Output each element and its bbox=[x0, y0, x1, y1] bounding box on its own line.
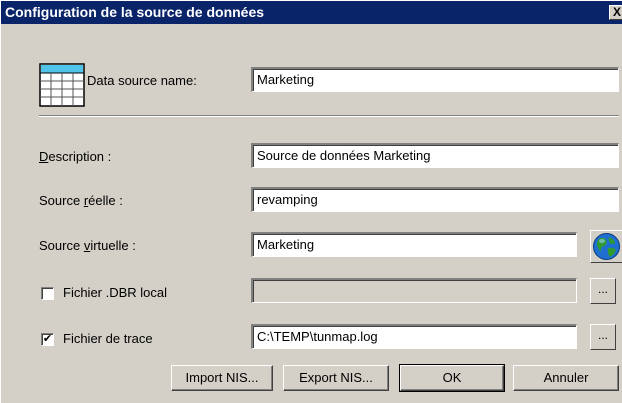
source-virtuelle-label: Source virtuelle : bbox=[39, 238, 136, 253]
import-nis-button[interactable]: Import NIS... bbox=[171, 365, 273, 391]
globe-icon bbox=[593, 233, 620, 260]
separator bbox=[39, 115, 619, 117]
data-source-dialog: Configuration de la source de données X … bbox=[0, 0, 622, 403]
globe-button[interactable] bbox=[590, 230, 622, 263]
trace-file-checkbox[interactable]: ✔ bbox=[41, 333, 54, 346]
export-nis-button[interactable]: Export NIS... bbox=[283, 365, 389, 391]
dbr-local-checkbox[interactable] bbox=[41, 287, 54, 300]
source-reelle-field[interactable]: revamping bbox=[251, 187, 619, 212]
trace-file-label: Fichier de trace bbox=[63, 331, 153, 346]
data-source-name-field[interactable]: Marketing bbox=[251, 67, 619, 92]
table-grid-icon bbox=[39, 63, 85, 107]
description-label: Description : bbox=[39, 149, 112, 164]
data-source-name-label: Data source name: bbox=[87, 73, 197, 88]
title-bar[interactable]: Configuration de la source de données bbox=[1, 1, 622, 24]
source-reelle-label: Source réelle : bbox=[39, 193, 123, 208]
dbr-local-label: Fichier .DBR local bbox=[63, 285, 168, 300]
description-field[interactable]: Source de données Marketing bbox=[251, 143, 619, 168]
dbr-browse-button[interactable]: ... bbox=[590, 278, 616, 304]
window-title: Configuration de la source de données bbox=[5, 4, 265, 20]
trace-browse-button[interactable]: ... bbox=[590, 324, 616, 350]
close-icon[interactable]: X bbox=[609, 5, 622, 20]
dbr-local-field[interactable] bbox=[251, 278, 577, 303]
ok-button[interactable]: OK bbox=[399, 364, 505, 392]
cancel-button[interactable]: Annuler bbox=[513, 365, 619, 391]
source-virtuelle-field[interactable]: Marketing bbox=[251, 232, 577, 257]
trace-file-field[interactable]: C:\TEMP\tunmap.log bbox=[251, 324, 577, 349]
